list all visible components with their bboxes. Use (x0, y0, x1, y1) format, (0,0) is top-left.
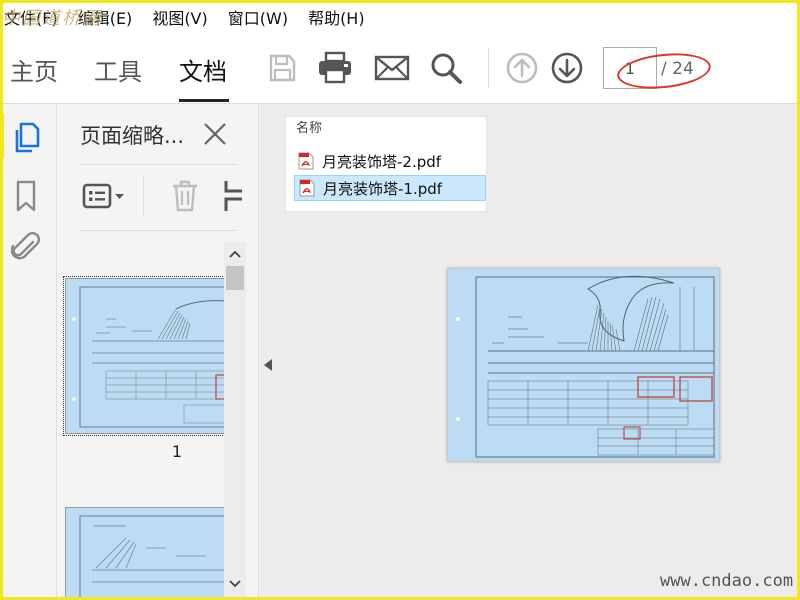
delete-page-button[interactable] (165, 176, 205, 216)
chevron-up-icon (229, 250, 241, 258)
save-icon (269, 54, 296, 82)
search-button[interactable] (426, 48, 466, 88)
thumbnail-options-button[interactable] (79, 176, 129, 216)
panel-title: 页面缩略... (80, 124, 185, 148)
tab-tools[interactable]: 工具 (94, 52, 142, 87)
print-button[interactable] (315, 48, 355, 88)
blueprint-thumbnail (79, 515, 224, 600)
active-tab-indicator (179, 99, 229, 102)
menu-bar: 文件(F) 编辑(E) 视图(V) 窗口(W) 帮助(H) (0, 0, 800, 34)
search-icon (431, 53, 462, 84)
email-button[interactable] (372, 48, 412, 88)
pages-icon (15, 122, 40, 153)
print-icon (319, 51, 351, 84)
previous-page-button[interactable] (502, 48, 542, 88)
triangle-left-icon (264, 359, 272, 371)
pages-panel-button[interactable] (8, 120, 44, 156)
toolbar-separator (488, 48, 489, 88)
watermark-top: 中国道桥网 (2, 8, 102, 29)
close-icon (204, 123, 226, 145)
file-list-popup: 名称 月亮装饰塔-2.pdf 月亮装饰塔-1.pdf (285, 116, 487, 212)
page-thumbnails-panel: 页面缩略... 1 (57, 104, 259, 600)
toolbar-separator (143, 176, 144, 216)
file-name: 月亮装饰塔-2.pdf (322, 152, 442, 171)
panel-divider (79, 230, 237, 231)
menu-help[interactable]: 帮助(H) (298, 5, 375, 29)
watermark-bottom: www.cndao.com (660, 571, 794, 591)
page-thumbnail-2[interactable] (65, 507, 225, 600)
file-name: 月亮装饰塔-1.pdf (323, 179, 443, 198)
bookmarks-panel-button[interactable] (8, 178, 44, 214)
scroll-up-arrow[interactable] (227, 246, 243, 262)
insert-page-button[interactable] (217, 176, 247, 216)
scrollbar-thumb[interactable] (226, 266, 244, 290)
pdf-file-icon (299, 179, 315, 197)
file-item[interactable]: 月亮装饰塔-2.pdf (294, 148, 486, 174)
attachment-icon (11, 232, 40, 260)
email-icon (374, 55, 410, 81)
blueprint-thumbnail (72, 286, 224, 428)
page-thumbnail-1[interactable] (63, 276, 227, 436)
tab-home[interactable]: 主页 (10, 52, 58, 87)
blueprint-drawing (456, 275, 715, 458)
bookmark-icon (16, 180, 36, 212)
name-column-header: 名称 (296, 121, 323, 136)
next-page-icon (551, 52, 583, 84)
attachments-panel-button[interactable] (8, 230, 44, 266)
tab-document[interactable]: 文档 (179, 52, 227, 87)
next-page-button[interactable] (547, 48, 587, 88)
page-thumbnail-label: 1 (171, 442, 183, 461)
trash-icon (173, 180, 197, 212)
file-item-selected[interactable]: 月亮装饰塔-1.pdf (294, 175, 486, 201)
rail-active-indicator (0, 114, 4, 158)
insert-page-icon (224, 181, 242, 211)
scroll-down-arrow[interactable] (227, 576, 243, 592)
menu-window[interactable]: 窗口(W) (218, 5, 298, 29)
close-panel-button[interactable] (197, 116, 233, 152)
options-menu-icon (82, 183, 124, 209)
pdf-file-icon (298, 152, 314, 170)
menu-view[interactable]: 视图(V) (142, 5, 217, 29)
chevron-down-icon (229, 580, 241, 588)
save-button[interactable] (262, 48, 302, 88)
collapse-panel-button[interactable] (262, 358, 274, 372)
toolbar: 主页 工具 文档 1 / 24 (0, 34, 800, 104)
thumbnail-scrollbar[interactable] (224, 242, 246, 600)
panel-divider (79, 164, 237, 165)
previous-page-icon (506, 52, 538, 84)
navigation-rail (0, 104, 57, 600)
page-preview[interactable] (447, 268, 720, 462)
